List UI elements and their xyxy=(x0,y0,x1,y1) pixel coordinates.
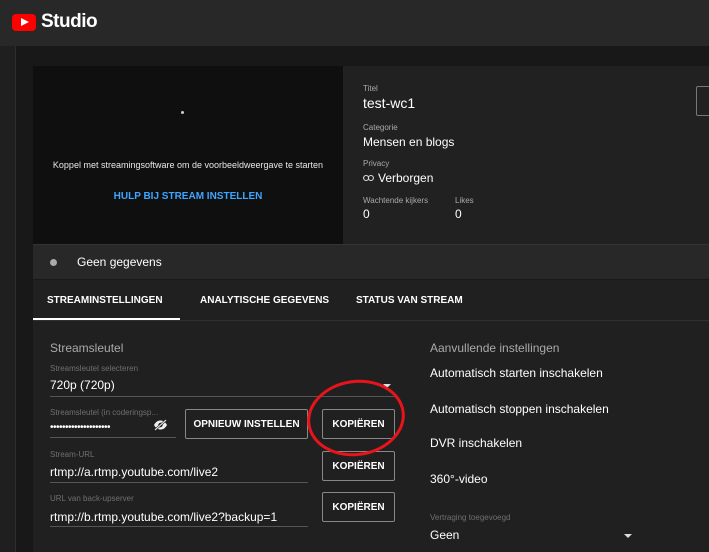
copy-url-button[interactable]: KOPIËREN xyxy=(322,451,395,481)
dvr-setting[interactable]: DVR inschakelen xyxy=(430,436,522,450)
backup-url-value[interactable]: rtmp://b.rtmp.youtube.com/live2?backup=1 xyxy=(50,510,277,524)
latency-value[interactable]: Geen xyxy=(430,528,459,542)
title-label: Titel xyxy=(363,84,378,93)
loading-dot-icon xyxy=(181,111,184,114)
360-video-setting[interactable]: 360°-video xyxy=(430,472,488,486)
category-value: Mensen en blogs xyxy=(363,135,455,149)
likes-label: Likes xyxy=(455,196,474,205)
stream-key-label: Streamsleutel (in coderingsp... xyxy=(50,408,159,417)
likes-value: 0 xyxy=(455,207,462,221)
stream-key-select-value[interactable]: 720p (720p) xyxy=(50,378,115,392)
chevron-down-icon[interactable] xyxy=(383,384,391,388)
copy-backup-url-button[interactable]: KOPIËREN xyxy=(322,492,395,522)
privacy-value: Verborgen xyxy=(378,171,434,185)
chevron-down-icon[interactable] xyxy=(624,534,632,538)
stream-url-underline xyxy=(50,482,308,483)
privacy-label: Privacy xyxy=(363,159,390,168)
additional-settings-title: Aanvullende instellingen xyxy=(430,341,560,355)
viewers-value: 0 xyxy=(363,207,370,221)
backup-url-label: URL van back-upserver xyxy=(50,494,134,503)
top-bar: Studio xyxy=(0,0,709,46)
tab-stream-status[interactable]: STATUS VAN STREAM xyxy=(356,295,463,306)
tab-analytics[interactable]: ANALYTISCHE GEGEVENS xyxy=(200,295,329,306)
stream-key-value[interactable]: •••••••••••••••••••• xyxy=(50,422,111,433)
active-tab-indicator xyxy=(33,318,180,320)
backup-url-underline xyxy=(50,526,308,527)
auto-start-setting[interactable]: Automatisch starten inschakelen xyxy=(430,366,603,380)
category-label: Categorie xyxy=(363,123,398,132)
app-title[interactable]: Studio xyxy=(41,11,98,33)
youtube-play-icon[interactable] xyxy=(12,14,36,31)
stream-status-row: Geen gegevens xyxy=(33,244,709,279)
stream-url-label: Stream-URL xyxy=(50,450,95,459)
stream-key-select-label: Streamsleutel selecteren xyxy=(50,364,139,373)
stream-key-select-underline xyxy=(50,396,396,397)
status-dot-icon xyxy=(50,259,57,266)
left-sidebar xyxy=(0,46,16,552)
stream-key-section-title: Streamsleutel xyxy=(50,341,124,355)
help-setup-link[interactable]: HULP BIJ STREAM INSTELLEN xyxy=(33,191,343,202)
preview-message: Koppel met streamingsoftware om de voorb… xyxy=(52,160,324,170)
status-text: Geen gegevens xyxy=(77,255,162,269)
eye-off-icon[interactable] xyxy=(153,419,168,431)
title-value: test-wc1 xyxy=(363,95,416,111)
tab-stream-settings[interactable]: STREAMINSTELLINGEN xyxy=(47,295,163,306)
stream-preview: Koppel met streamingsoftware om de voorb… xyxy=(33,66,343,244)
stream-info-panel: Titel test-wc1 Categorie Mensen en blogs… xyxy=(343,66,709,244)
link-icon xyxy=(363,174,374,182)
stream-key-underline xyxy=(50,437,176,438)
copy-key-button[interactable]: KOPIËREN xyxy=(322,409,395,439)
stream-url-value[interactable]: rtmp://a.rtmp.youtube.com/live2 xyxy=(50,465,218,479)
auto-stop-setting[interactable]: Automatisch stoppen inschakelen xyxy=(430,402,609,416)
tab-bar: STREAMINSTELLINGEN ANALYTISCHE GEGEVENS … xyxy=(33,280,709,321)
reset-key-button[interactable]: OPNIEUW INSTELLEN xyxy=(185,409,308,439)
latency-label: Vertraging toegevoegd xyxy=(430,513,511,522)
viewers-label: Wachtende kijkers xyxy=(363,196,429,205)
edit-button[interactable] xyxy=(696,86,709,116)
privacy-value-row: Verborgen xyxy=(363,171,433,185)
